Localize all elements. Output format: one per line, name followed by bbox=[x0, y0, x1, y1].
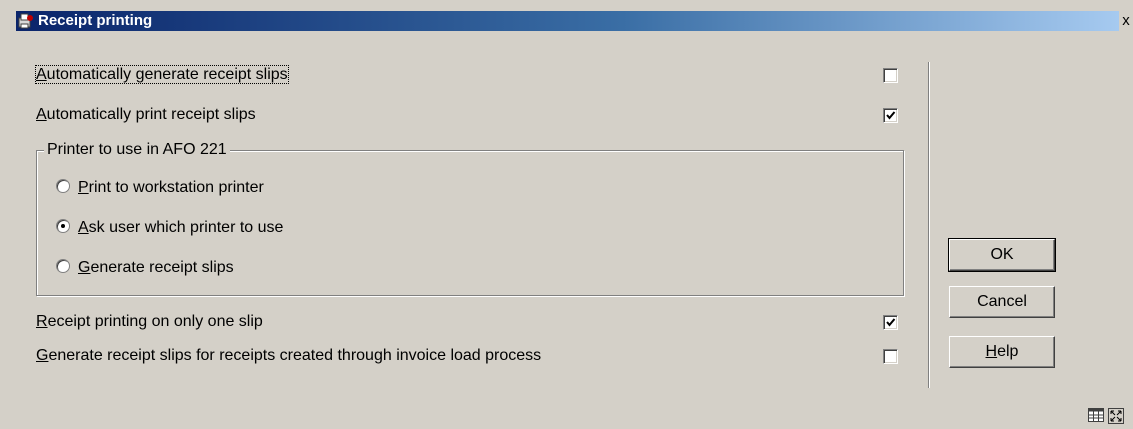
accelerator-key: R bbox=[36, 313, 48, 330]
accelerator-key: G bbox=[78, 259, 91, 276]
focus-outline: Automatically generate receipt slips bbox=[35, 65, 289, 84]
title-bar: Receipt printing x bbox=[0, 0, 1133, 40]
one-slip-checkbox[interactable] bbox=[883, 315, 898, 330]
title-bar-fill: Receipt printing bbox=[16, 11, 1119, 31]
accelerator-key: G bbox=[36, 347, 49, 364]
radio-workstation-printer[interactable]: Print to workstation printer bbox=[56, 177, 264, 199]
radio-label: enerate receipt slips bbox=[90, 259, 234, 276]
vertical-separator bbox=[928, 62, 929, 388]
window-title: Receipt printing bbox=[38, 12, 153, 29]
auto-generate-checkbox[interactable] bbox=[883, 68, 898, 83]
option-auto-print-label[interactable]: Automatically print receipt slips bbox=[36, 104, 256, 126]
receipt-printer-icon bbox=[18, 13, 34, 29]
radio-label: rint to workstation printer bbox=[88, 179, 264, 196]
auto-print-checkbox[interactable] bbox=[883, 108, 898, 123]
invoice-load-checkbox[interactable] bbox=[883, 349, 898, 364]
radio-button[interactable] bbox=[56, 219, 70, 233]
resize-icon[interactable] bbox=[1108, 408, 1124, 424]
accelerator-key: A bbox=[36, 106, 47, 123]
radio-ask-user[interactable]: Ask user which printer to use bbox=[56, 217, 283, 239]
option-text: utomatically print receipt slips bbox=[46, 106, 256, 123]
ok-button[interactable]: OK bbox=[948, 238, 1056, 272]
radio-generate-slips[interactable]: Generate receipt slips bbox=[56, 257, 234, 279]
radio-button[interactable] bbox=[56, 179, 70, 193]
help-button-label: elp bbox=[997, 343, 1019, 360]
option-invoice-load-label[interactable]: Generate receipt slips for receipts crea… bbox=[36, 345, 541, 367]
accelerator-key: H bbox=[985, 343, 998, 360]
radio-button[interactable] bbox=[56, 259, 70, 273]
option-one-slip-label[interactable]: Receipt printing on only one slip bbox=[36, 311, 263, 333]
radio-label: sk user which printer to use bbox=[88, 219, 284, 236]
checkmark-icon bbox=[886, 111, 896, 120]
accelerator-key: P bbox=[78, 179, 89, 196]
option-auto-generate-label[interactable]: Automatically generate receipt slips bbox=[35, 64, 289, 86]
accelerator-key: A bbox=[78, 219, 89, 236]
printer-group-label: Printer to use in AFO 221 bbox=[44, 139, 230, 161]
accelerator-key: A bbox=[36, 66, 47, 83]
option-text: enerate receipt slips for receipts creat… bbox=[48, 347, 542, 364]
option-text: utomatically generate receipt slips bbox=[46, 66, 288, 83]
grid-icon[interactable] bbox=[1088, 408, 1104, 424]
option-text: eceipt printing on only one slip bbox=[47, 313, 263, 330]
close-button[interactable]: x bbox=[1119, 11, 1133, 31]
checkmark-icon bbox=[886, 318, 896, 327]
radio-selected-dot bbox=[61, 224, 65, 228]
help-button[interactable]: Help bbox=[949, 336, 1055, 368]
cancel-button[interactable]: Cancel bbox=[949, 286, 1055, 318]
